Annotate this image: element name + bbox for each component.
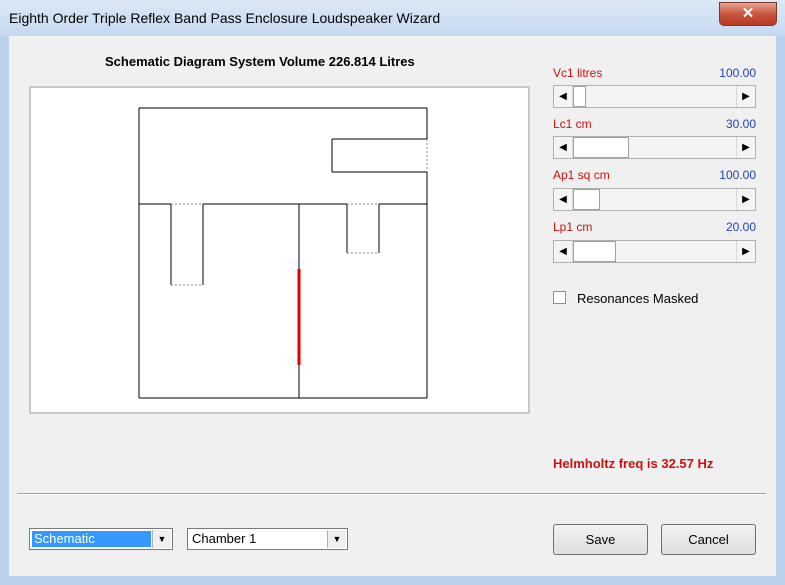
chevron-down-icon[interactable]: ▼ (327, 530, 346, 548)
scroll-thumb[interactable] (573, 86, 586, 107)
scroll-left-icon[interactable]: ◀ (554, 189, 573, 210)
scroll-left-icon[interactable]: ◀ (554, 86, 573, 107)
scroll-thumb[interactable] (573, 137, 629, 158)
chevron-down-icon[interactable]: ▼ (152, 530, 171, 548)
close-button[interactable]: ✕ (719, 2, 777, 26)
separator (17, 493, 766, 495)
scroll-thumb[interactable] (573, 241, 616, 262)
param-label-lp1: Lp1 cm (553, 220, 593, 234)
scrollbar-lp1[interactable]: ◀ ▶ (553, 240, 756, 263)
param-label-vc1: Vc1 litres (553, 66, 603, 80)
view-select-value: Schematic (32, 531, 151, 547)
scroll-right-icon[interactable]: ▶ (736, 241, 755, 262)
window-title: Eighth Order Triple Reflex Band Pass Enc… (9, 10, 441, 26)
param-label-lc1: Lc1 cm (553, 117, 592, 131)
chamber-select-value: Chamber 1 (192, 531, 257, 546)
param-value-lc1: 30.00 (725, 117, 756, 131)
resonances-masked-label[interactable]: Resonances Masked (577, 291, 698, 306)
scrollbar-vc1[interactable]: ◀ ▶ (553, 85, 756, 108)
view-select[interactable]: Schematic ▼ (29, 528, 173, 550)
scroll-right-icon[interactable]: ▶ (736, 137, 755, 158)
param-value-ap1: 100.00 (719, 168, 756, 182)
chamber-select[interactable]: Chamber 1 ▼ (187, 528, 348, 550)
wizard-window: Eighth Order Triple Reflex Band Pass Enc… (0, 0, 785, 585)
scroll-left-icon[interactable]: ◀ (554, 241, 573, 262)
param-value-lp1: 20.00 (725, 220, 756, 234)
diagram-heading: Schematic Diagram System Volume 226.814 … (105, 54, 415, 69)
scrollbar-lc1[interactable]: ◀ ▶ (553, 136, 756, 159)
title-bar: Eighth Order Triple Reflex Band Pass Enc… (0, 0, 785, 36)
param-label-ap1: Ap1 sq cm (553, 168, 610, 182)
scroll-thumb[interactable] (573, 189, 600, 210)
resonances-masked-checkbox[interactable] (553, 291, 566, 304)
enclosure-schematic (138, 107, 428, 399)
scroll-left-icon[interactable]: ◀ (554, 137, 573, 158)
save-button[interactable]: Save (553, 524, 648, 555)
scroll-right-icon[interactable]: ▶ (736, 86, 755, 107)
scrollbar-ap1[interactable]: ◀ ▶ (553, 188, 756, 211)
helmholtz-frequency: Helmholtz freq is 32.57 Hz (553, 456, 714, 471)
cancel-button[interactable]: Cancel (661, 524, 756, 555)
scroll-right-icon[interactable]: ▶ (736, 189, 755, 210)
param-value-vc1: 100.00 (719, 66, 756, 80)
schematic-diagram-panel (29, 86, 530, 414)
client-area: Schematic Diagram System Volume 226.814 … (9, 36, 776, 576)
